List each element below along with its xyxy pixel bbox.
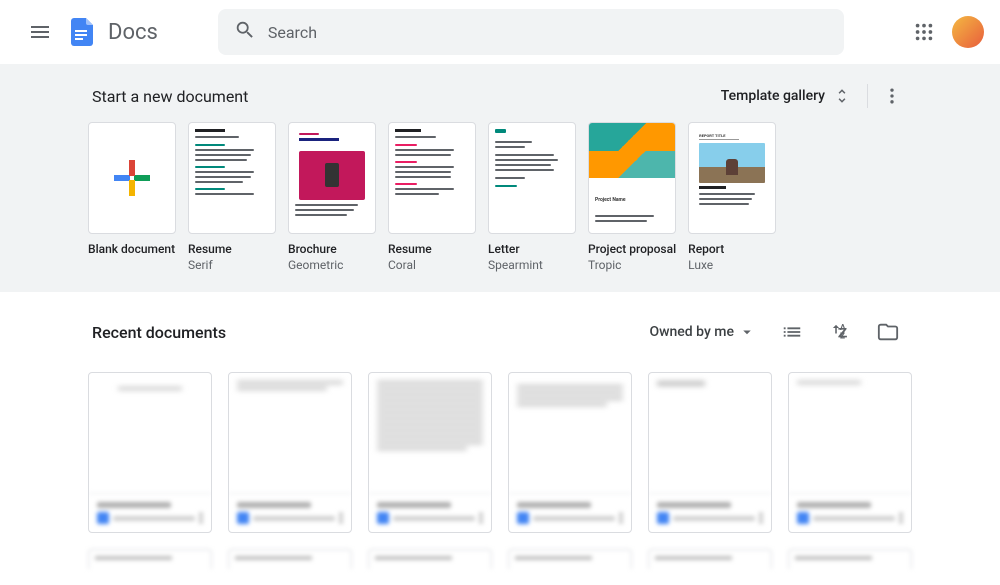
recent-section: Recent documents Owned by me AZ (80, 292, 920, 585)
recent-header: Recent documents Owned by me AZ (88, 308, 912, 356)
recent-document-card[interactable] (648, 372, 772, 533)
template-name: Resume (388, 242, 476, 256)
recent-document-card[interactable] (788, 549, 912, 569)
more-vert-icon (882, 86, 902, 106)
template-subtitle: Tropic (588, 258, 676, 272)
template-name: Brochure (288, 242, 376, 256)
template-letter[interactable]: Letter Spearmint (488, 122, 576, 272)
search-box (218, 9, 844, 55)
recent-document-card[interactable] (788, 372, 912, 533)
template-gallery-button[interactable]: Template gallery (713, 81, 859, 111)
recent-documents-grid-row2 (88, 549, 912, 569)
template-subtitle: Coral (388, 258, 476, 272)
recent-document-card[interactable] (508, 372, 632, 533)
main-menu-button[interactable] (16, 8, 64, 56)
recent-document-card[interactable] (228, 549, 352, 569)
template-resume-serif[interactable]: Resume Serif (188, 122, 276, 272)
templates-header: Start a new document Template gallery (88, 80, 912, 122)
template-subtitle: Luxe (688, 258, 776, 272)
template-report[interactable]: REPORT TITLE Report Luxe (688, 122, 776, 272)
logo-area[interactable]: Docs (64, 14, 158, 50)
template-subtitle: Geometric (288, 258, 376, 272)
file-picker-button[interactable] (868, 312, 908, 352)
templates-more-button[interactable] (876, 80, 908, 112)
search-input[interactable] (268, 23, 828, 42)
owner-filter-label: Owned by me (649, 324, 734, 340)
template-name: Report (688, 242, 776, 256)
unfold-icon (833, 87, 851, 105)
template-brochure[interactable]: Brochure Geometric (288, 122, 376, 272)
templates-row: Blank document Resume Serif (88, 122, 912, 272)
template-blank[interactable]: Blank document (88, 122, 176, 272)
header: Docs (0, 0, 1000, 64)
hamburger-icon (28, 20, 52, 44)
owner-filter-button[interactable]: Owned by me (641, 317, 764, 347)
template-name: Project proposal (588, 242, 676, 256)
recent-controls: Owned by me AZ (641, 312, 908, 352)
search-icon (234, 19, 256, 45)
folder-icon (877, 321, 899, 343)
google-apps-button[interactable] (904, 12, 944, 52)
recent-document-card[interactable] (368, 372, 492, 533)
template-subtitle: Spearmint (488, 258, 576, 272)
recent-documents-grid (88, 372, 912, 533)
account-avatar[interactable] (952, 16, 984, 48)
recent-heading: Recent documents (92, 323, 226, 342)
template-name: Resume (188, 242, 276, 256)
templates-section: Start a new document Template gallery (0, 64, 1000, 292)
list-icon (781, 321, 803, 343)
template-proposal[interactable]: Project Name Project proposal Tropic (588, 122, 676, 272)
header-right (904, 12, 984, 52)
templates-controls: Template gallery (713, 80, 908, 112)
template-name: Letter (488, 242, 576, 256)
plus-icon (114, 160, 150, 196)
recent-document-card[interactable] (228, 372, 352, 533)
docs-logo-icon (64, 14, 100, 50)
recent-document-card[interactable] (88, 549, 212, 569)
sort-button[interactable]: AZ (820, 312, 860, 352)
list-view-button[interactable] (772, 312, 812, 352)
template-gallery-label: Template gallery (721, 88, 825, 104)
recent-document-card[interactable] (368, 549, 492, 569)
recent-document-card[interactable] (88, 372, 212, 533)
svg-text:Z: Z (840, 331, 845, 341)
templates-heading: Start a new document (92, 87, 248, 106)
divider (867, 84, 868, 108)
sort-az-icon: AZ (829, 321, 851, 343)
template-subtitle: Serif (188, 258, 276, 272)
template-name: Blank document (88, 242, 176, 256)
search-inner[interactable] (218, 9, 844, 55)
apps-grid-icon (913, 21, 935, 43)
template-resume-coral[interactable]: Resume Coral (388, 122, 476, 272)
recent-document-card[interactable] (648, 549, 772, 569)
recent-document-card[interactable] (508, 549, 632, 569)
dropdown-icon (738, 323, 756, 341)
app-name: Docs (108, 20, 158, 45)
